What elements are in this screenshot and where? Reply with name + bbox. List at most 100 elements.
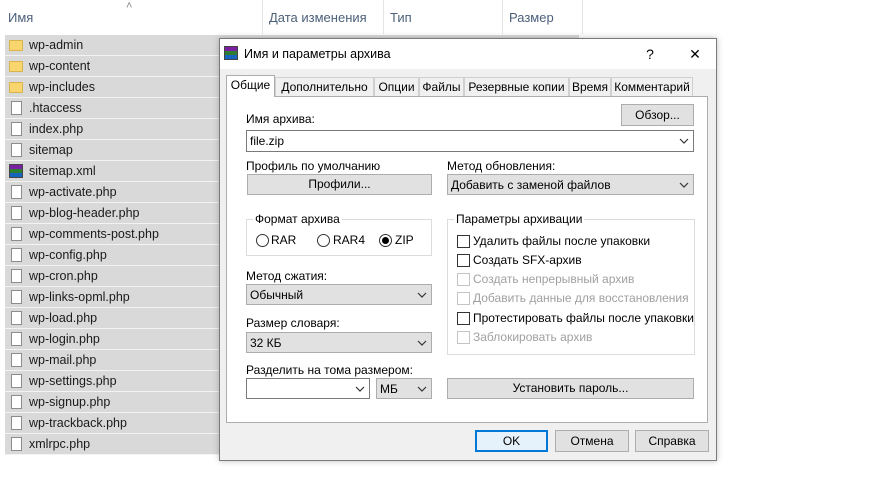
format-rar4-label[interactable]: RAR4 bbox=[333, 233, 365, 247]
help-title-button[interactable]: ? bbox=[639, 44, 661, 64]
column-modified[interactable]: Дата изменения bbox=[269, 10, 367, 25]
tab-general[interactable]: Общие bbox=[226, 75, 275, 97]
file-icon bbox=[11, 185, 22, 199]
tab-options[interactable]: Опции bbox=[374, 77, 419, 96]
split-unit-select[interactable]: МБ bbox=[376, 378, 432, 399]
file-icon bbox=[11, 437, 22, 451]
file-row[interactable]: wp-links-opml.php bbox=[5, 287, 219, 308]
file-icon bbox=[11, 248, 22, 262]
file-row[interactable]: wp-activate.php bbox=[5, 182, 219, 203]
file-row[interactable]: wp-load.php bbox=[5, 308, 219, 329]
file-row[interactable]: sitemap.xml bbox=[5, 161, 219, 182]
file-row[interactable]: wp-config.php bbox=[5, 245, 219, 266]
chevron-down-icon[interactable] bbox=[354, 379, 366, 398]
lock-archive-checkbox bbox=[457, 331, 470, 344]
tab-backup[interactable]: Резервные копии bbox=[464, 77, 569, 96]
folder-icon bbox=[9, 40, 23, 51]
column-name[interactable]: Имя bbox=[8, 10, 33, 25]
close-icon[interactable]: ✕ bbox=[684, 44, 706, 64]
tab-comment[interactable]: Комментарий bbox=[611, 77, 693, 96]
column-divider[interactable] bbox=[582, 0, 583, 34]
file-row[interactable]: .htaccess bbox=[5, 98, 219, 119]
file-row[interactable]: index.php bbox=[5, 119, 219, 140]
file-icon bbox=[11, 353, 22, 367]
tab-time[interactable]: Время bbox=[569, 77, 611, 96]
format-zip-radio[interactable] bbox=[379, 234, 392, 247]
folder-icon bbox=[9, 82, 23, 93]
file-name: sitemap.xml bbox=[29, 164, 96, 178]
browse-button[interactable]: Обзор... bbox=[621, 104, 694, 126]
file-name: wp-settings.php bbox=[29, 374, 117, 388]
test-files-checkbox[interactable] bbox=[457, 312, 470, 325]
file-row[interactable]: sitemap bbox=[5, 140, 219, 161]
profiles-button[interactable]: Профили... bbox=[247, 174, 432, 195]
compression-value: Обычный bbox=[250, 288, 304, 302]
update-method-select[interactable]: Добавить с заменой файлов bbox=[447, 174, 694, 195]
file-icon bbox=[11, 374, 22, 388]
file-name: wp-comments-post.php bbox=[29, 227, 159, 241]
file-row[interactable]: wp-mail.php bbox=[5, 350, 219, 371]
file-icon bbox=[11, 101, 22, 115]
sort-up-icon: ˄ bbox=[126, 0, 133, 12]
file-name: sitemap bbox=[29, 143, 73, 157]
format-zip-label[interactable]: ZIP bbox=[395, 233, 414, 247]
create-sfx-label[interactable]: Создать SFX-архив bbox=[473, 253, 582, 267]
file-name: wp-admin bbox=[29, 38, 84, 52]
column-divider[interactable] bbox=[262, 0, 263, 34]
explorer-column-header: Имя ˄ Дата изменения Тип Размер bbox=[0, 0, 585, 34]
format-rar-label[interactable]: RAR bbox=[271, 233, 296, 247]
dictionary-select[interactable]: 32 КБ bbox=[246, 332, 432, 353]
format-rar-radio[interactable] bbox=[256, 234, 269, 247]
solid-archive-label: Создать непрерывный архив bbox=[473, 272, 635, 286]
default-profile-label: Профиль по умолчанию bbox=[246, 159, 381, 173]
help-button[interactable]: Справка bbox=[635, 430, 709, 452]
file-name: wp-config.php bbox=[29, 248, 107, 262]
create-sfx-checkbox[interactable] bbox=[457, 254, 470, 267]
dictionary-label: Размер словаря: bbox=[246, 316, 340, 330]
chevron-down-icon[interactable] bbox=[678, 131, 690, 151]
format-rar4-radio[interactable] bbox=[317, 234, 330, 247]
file-icon bbox=[11, 143, 22, 157]
column-size[interactable]: Размер bbox=[509, 10, 554, 25]
file-icon bbox=[11, 206, 22, 220]
file-row[interactable]: wp-cron.php bbox=[5, 266, 219, 287]
update-method-label: Метод обновления: bbox=[447, 159, 556, 173]
file-row[interactable]: wp-login.php bbox=[5, 329, 219, 350]
file-row[interactable]: wp-comments-post.php bbox=[5, 224, 219, 245]
dialog-title: Имя и параметры архива bbox=[244, 47, 391, 61]
column-divider[interactable] bbox=[383, 0, 384, 34]
file-row[interactable]: wp-includes bbox=[5, 77, 219, 98]
set-password-button[interactable]: Установить пароль... bbox=[447, 378, 694, 399]
cancel-button[interactable]: Отмена bbox=[555, 430, 629, 452]
file-row[interactable]: wp-blog-header.php bbox=[5, 203, 219, 224]
file-name: wp-cron.php bbox=[29, 269, 98, 283]
file-row[interactable]: wp-settings.php bbox=[5, 371, 219, 392]
chevron-down-icon bbox=[416, 333, 428, 352]
update-method-value: Добавить с заменой файлов bbox=[451, 178, 611, 192]
file-icon bbox=[11, 395, 22, 409]
file-list: wp-admin wp-content wp-includes .htaccess in… bbox=[5, 35, 219, 455]
file-row[interactable]: wp-signup.php bbox=[5, 392, 219, 413]
test-files-label[interactable]: Протестировать файлы после упаковки bbox=[473, 311, 694, 325]
delete-after-pack-checkbox[interactable] bbox=[457, 235, 470, 248]
split-unit-value: МБ bbox=[380, 382, 398, 396]
archive-name-combo[interactable]: file.zip bbox=[246, 130, 694, 152]
file-name: wp-trackback.php bbox=[29, 416, 127, 430]
chevron-down-icon bbox=[678, 175, 690, 194]
split-size-combo[interactable] bbox=[246, 378, 370, 399]
file-row[interactable]: wp-content bbox=[5, 56, 219, 77]
compression-label: Метод сжатия: bbox=[246, 269, 328, 283]
delete-after-pack-label[interactable]: Удалить файлы после упаковки bbox=[473, 234, 650, 248]
file-row[interactable]: xmlrpc.php bbox=[5, 434, 219, 455]
column-divider[interactable] bbox=[502, 0, 503, 34]
ok-button[interactable]: OK bbox=[475, 430, 548, 452]
compression-select[interactable]: Обычный bbox=[246, 284, 432, 305]
dialog-titlebar[interactable]: Имя и параметры архива ? ✕ bbox=[220, 39, 716, 69]
column-type[interactable]: Тип bbox=[390, 10, 412, 25]
tab-advanced[interactable]: Дополнительно bbox=[275, 77, 374, 96]
file-icon bbox=[11, 290, 22, 304]
file-row[interactable]: wp-admin bbox=[5, 35, 219, 56]
tab-files[interactable]: Файлы bbox=[419, 77, 464, 96]
lock-archive-label: Заблокировать архив bbox=[473, 330, 593, 344]
file-row[interactable]: wp-trackback.php bbox=[5, 413, 219, 434]
